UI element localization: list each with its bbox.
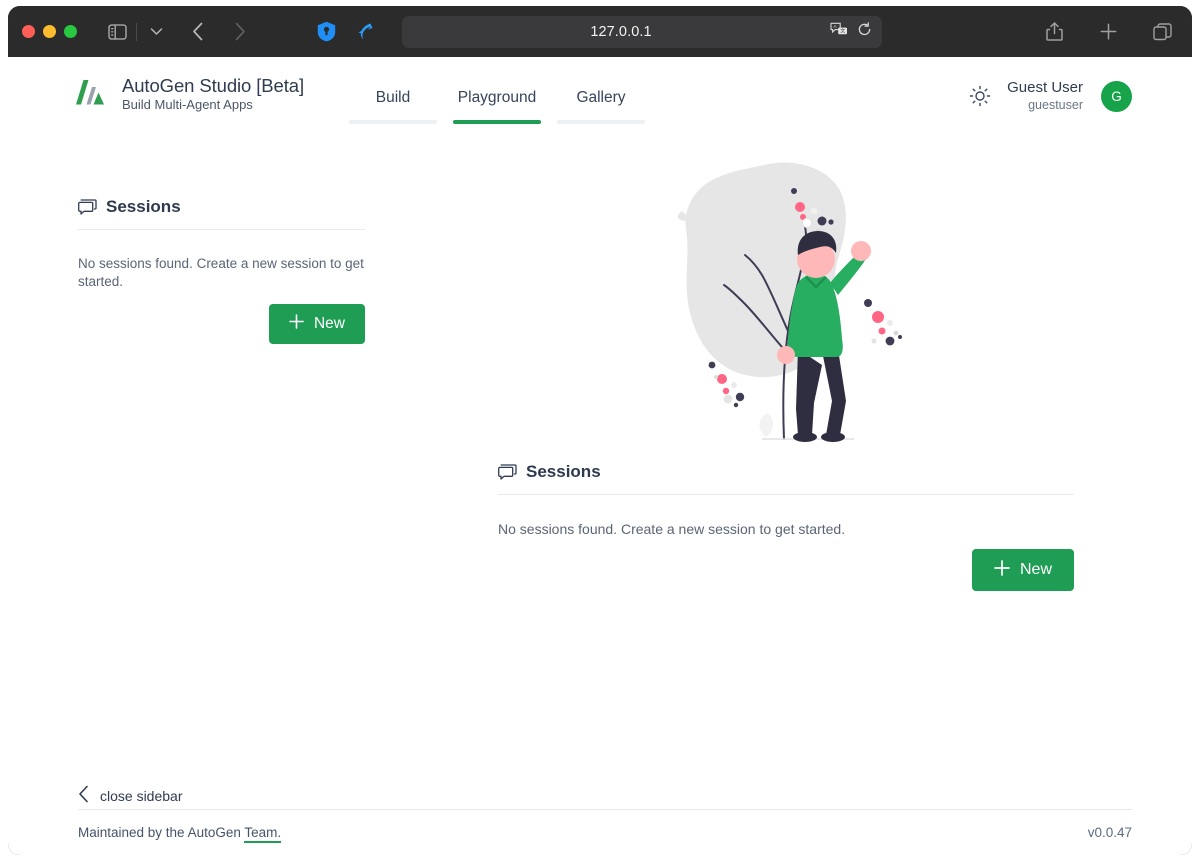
plus-icon xyxy=(289,314,304,334)
header-right: Guest User guestuser G xyxy=(969,73,1132,113)
autogen-logo-icon xyxy=(70,75,108,113)
forward-arrow-icon[interactable] xyxy=(226,18,254,46)
footer-maintained-text: Maintained by the AutoGen Team. xyxy=(78,825,282,843)
brand-subtitle: Build Multi-Agent Apps xyxy=(122,97,253,113)
svg-text:文: 文 xyxy=(840,27,845,34)
browser-extensions xyxy=(312,18,380,46)
address-bar-url: 127.0.0.1 xyxy=(590,23,652,40)
sidebar-new-session-button[interactable]: New xyxy=(268,304,365,345)
main-sessions-panel: Sessions No sessions found. Create a new… xyxy=(498,462,1074,591)
tab-build-underline xyxy=(349,120,437,124)
app-header: AutoGen Studio [Beta] Build Multi-Agent … xyxy=(8,57,1192,127)
main-new-row: New xyxy=(498,549,1074,591)
tab-gallery-label: Gallery xyxy=(576,89,626,106)
sidebar-panel-title: Sessions xyxy=(106,197,181,216)
main-panel-title: Sessions xyxy=(526,462,601,481)
sessions-sidebar: Sessions No sessions found. Create a new… xyxy=(78,197,365,345)
person-with-sparkler-illustration xyxy=(646,151,926,456)
tab-playground-label: Playground xyxy=(457,89,537,106)
brand-title: AutoGen Studio [Beta] xyxy=(122,75,304,96)
address-bar[interactable]: 127.0.0.1 A 文 xyxy=(402,15,882,48)
user-handle: guestuser xyxy=(1028,98,1083,112)
chevron-left-icon xyxy=(78,785,89,806)
sidebar-new-session-label: New xyxy=(313,315,345,333)
tab-playground-underline xyxy=(453,120,541,124)
close-sidebar-label: close sidebar xyxy=(100,787,183,804)
plus-icon xyxy=(994,559,1010,581)
back-arrow-icon[interactable] xyxy=(184,18,212,46)
minimize-window-button[interactable] xyxy=(43,25,56,38)
main-column: Sessions No sessions found. Create a new… xyxy=(498,143,1074,855)
main-empty-message: No sessions found. Create a new session … xyxy=(498,521,846,537)
brand[interactable]: AutoGen Studio [Beta] Build Multi-Agent … xyxy=(70,73,304,113)
sidebar-empty-message: No sessions found. Create a new session … xyxy=(78,256,364,290)
sun-icon[interactable] xyxy=(969,85,991,107)
plus-icon[interactable] xyxy=(1094,18,1122,46)
1password-icon[interactable] xyxy=(312,18,340,46)
tabs-overview-icon[interactable] xyxy=(1148,18,1176,46)
browser-window: 127.0.0.1 A 文 AutoGen Studio [Beta] Buil… xyxy=(8,6,1192,855)
tab-build-label: Build xyxy=(375,89,411,106)
brand-text: AutoGen Studio [Beta] Build Multi-Agent … xyxy=(122,75,304,113)
close-sidebar-button[interactable]: close sidebar xyxy=(78,785,183,806)
user-info[interactable]: Guest User guestuser xyxy=(1007,79,1083,113)
sidebar-new-row: New xyxy=(78,304,365,345)
browser-toolbar: 127.0.0.1 A 文 xyxy=(8,6,1192,57)
main-new-session-label: New xyxy=(1019,561,1052,578)
user-name: Guest User xyxy=(1007,79,1083,96)
app-body: Sessions No sessions found. Create a new… xyxy=(8,143,1192,855)
avatar[interactable]: G xyxy=(1101,80,1132,112)
footer-version: v0.0.47 xyxy=(1087,825,1132,840)
maximize-window-button[interactable] xyxy=(64,25,77,38)
toolbar-divider xyxy=(136,22,137,41)
empty-state-illustration-wrap xyxy=(498,143,1074,456)
chevron-down-icon[interactable] xyxy=(142,18,170,46)
main-nav-tabs: Build Playground Gallery xyxy=(341,73,653,124)
share-icon[interactable] xyxy=(1040,18,1068,46)
tab-build[interactable]: Build xyxy=(341,83,445,124)
sidebar-panel-header: Sessions xyxy=(78,197,365,230)
footer-team-link[interactable]: Team. xyxy=(244,825,282,843)
page-footer: Maintained by the AutoGen Team. v0.0.47 xyxy=(78,809,1132,855)
close-window-button[interactable] xyxy=(22,25,35,38)
bird-extension-icon[interactable] xyxy=(352,18,380,46)
main-new-session-button[interactable]: New xyxy=(971,549,1074,591)
tab-playground[interactable]: Playground xyxy=(445,83,549,124)
address-bar-icons: A 文 xyxy=(830,21,872,42)
sidebar-toggle-icon[interactable] xyxy=(103,18,131,46)
reload-icon[interactable] xyxy=(857,21,872,42)
browser-right-actions xyxy=(1040,18,1176,46)
tab-gallery[interactable]: Gallery xyxy=(549,83,653,124)
navigation-buttons xyxy=(184,18,254,46)
footer-maintained-prefix: Maintained by the AutoGen xyxy=(78,825,245,840)
main-panel-header: Sessions xyxy=(498,462,1074,495)
page-viewport: AutoGen Studio [Beta] Build Multi-Agent … xyxy=(8,57,1192,855)
translate-icon[interactable]: A 文 xyxy=(830,22,848,42)
tab-gallery-underline xyxy=(557,120,645,124)
window-traffic-lights xyxy=(22,25,77,38)
chat-bubble-icon xyxy=(78,198,97,216)
chat-bubble-icon xyxy=(498,463,517,481)
